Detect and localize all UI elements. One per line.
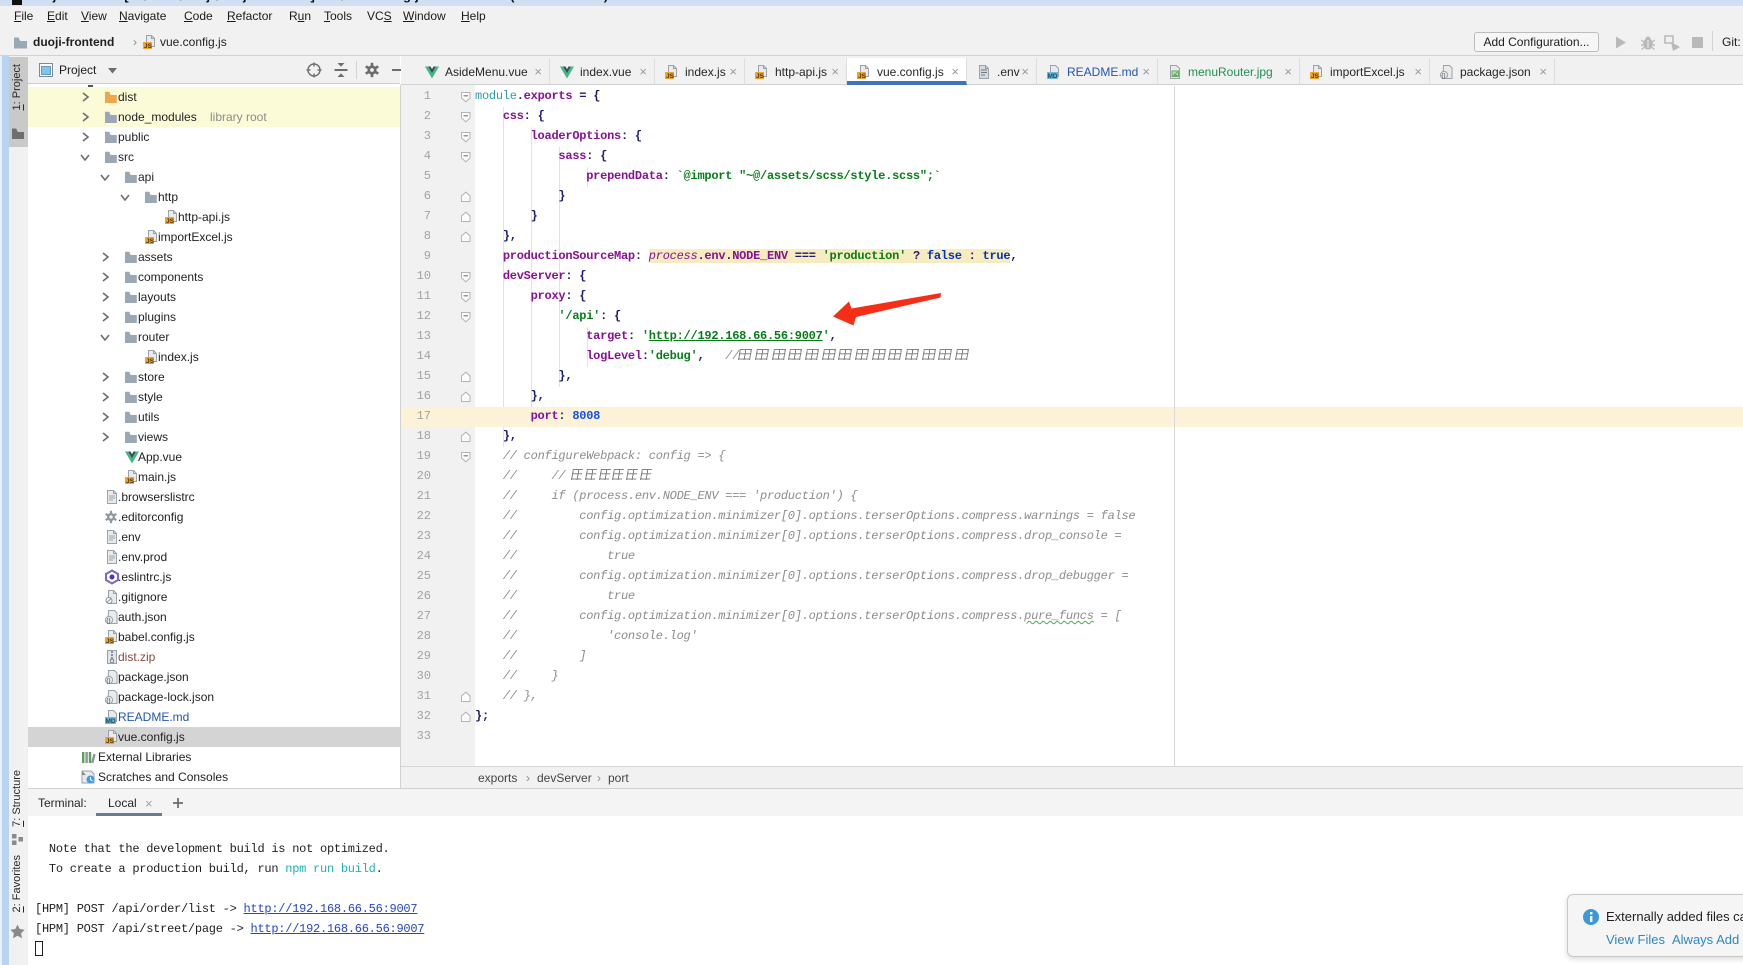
svg-text:JS: JS bbox=[756, 73, 765, 80]
svg-text:JS: JS bbox=[666, 73, 675, 80]
svg-text:MD: MD bbox=[106, 718, 116, 725]
svg-text:JS: JS bbox=[144, 43, 153, 50]
svg-text:MD: MD bbox=[1048, 73, 1058, 80]
svg-text:JS: JS bbox=[126, 478, 135, 485]
svg-text:JS: JS bbox=[858, 73, 867, 80]
svg-text:JS: JS bbox=[166, 218, 175, 225]
svg-text:JS: JS bbox=[106, 638, 115, 645]
svg-text:JS: JS bbox=[146, 238, 155, 245]
svg-text:JS: JS bbox=[106, 738, 115, 745]
svg-text:JS: JS bbox=[146, 358, 155, 365]
svg-text:JS: JS bbox=[1311, 73, 1320, 80]
